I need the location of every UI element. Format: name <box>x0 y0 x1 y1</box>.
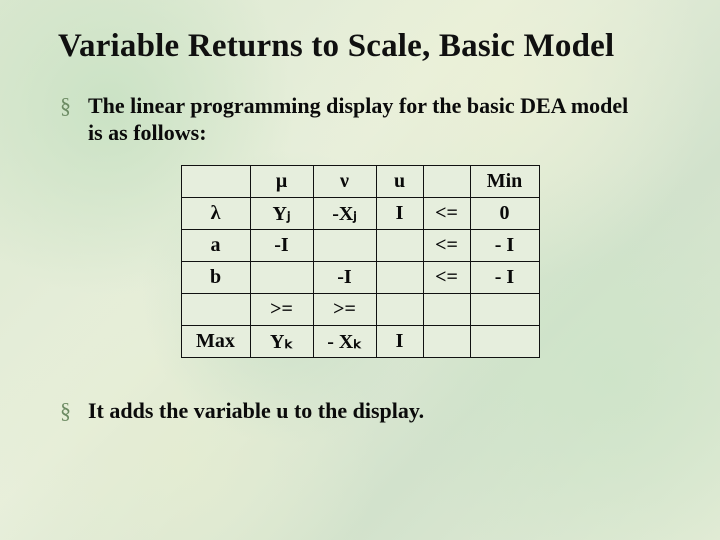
table-row: λ Yⱼ -Xⱼ I <= 0 <box>181 197 539 229</box>
cell: - I <box>470 229 539 261</box>
cell: I <box>376 325 423 357</box>
cell: -I <box>250 229 313 261</box>
cell: - I <box>470 261 539 293</box>
cell: u <box>376 165 423 197</box>
bullet-list: It adds the variable u to the display. <box>56 398 672 425</box>
cell: Max <box>181 325 250 357</box>
cell <box>470 325 539 357</box>
table-row: >= >= <box>181 293 539 325</box>
cell: <= <box>423 197 470 229</box>
bullet-item: The linear programming display for the b… <box>56 93 648 147</box>
cell <box>376 293 423 325</box>
table-row: μ ν u Min <box>181 165 539 197</box>
cell <box>470 293 539 325</box>
cell: 0 <box>470 197 539 229</box>
cell <box>181 293 250 325</box>
table-container: μ ν u Min λ Yⱼ -Xⱼ I <= 0 a -I <= - I <box>48 165 672 358</box>
cell: μ <box>250 165 313 197</box>
table-row: Max Yₖ - Xₖ I <box>181 325 539 357</box>
dea-table: μ ν u Min λ Yⱼ -Xⱼ I <= 0 a -I <= - I <box>181 165 540 358</box>
slide-title: Variable Returns to Scale, Basic Model <box>58 28 672 65</box>
cell: ν <box>313 165 376 197</box>
cell <box>423 325 470 357</box>
bullet-list: The linear programming display for the b… <box>56 93 672 147</box>
slide: Variable Returns to Scale, Basic Model T… <box>0 0 720 540</box>
cell <box>423 165 470 197</box>
cell: <= <box>423 229 470 261</box>
cell: b <box>181 261 250 293</box>
cell: a <box>181 229 250 261</box>
cell: -Xⱼ <box>313 197 376 229</box>
cell: <= <box>423 261 470 293</box>
cell <box>313 229 376 261</box>
cell <box>376 229 423 261</box>
cell: -I <box>313 261 376 293</box>
table-row: a -I <= - I <box>181 229 539 261</box>
cell: >= <box>250 293 313 325</box>
bullet-item: It adds the variable u to the display. <box>56 398 648 425</box>
cell: >= <box>313 293 376 325</box>
cell: λ <box>181 197 250 229</box>
cell: I <box>376 197 423 229</box>
cell: - Xₖ <box>313 325 376 357</box>
cell: Min <box>470 165 539 197</box>
table-row: b -I <= - I <box>181 261 539 293</box>
cell <box>181 165 250 197</box>
cell: Yₖ <box>250 325 313 357</box>
cell <box>423 293 470 325</box>
cell <box>250 261 313 293</box>
cell <box>376 261 423 293</box>
cell: Yⱼ <box>250 197 313 229</box>
